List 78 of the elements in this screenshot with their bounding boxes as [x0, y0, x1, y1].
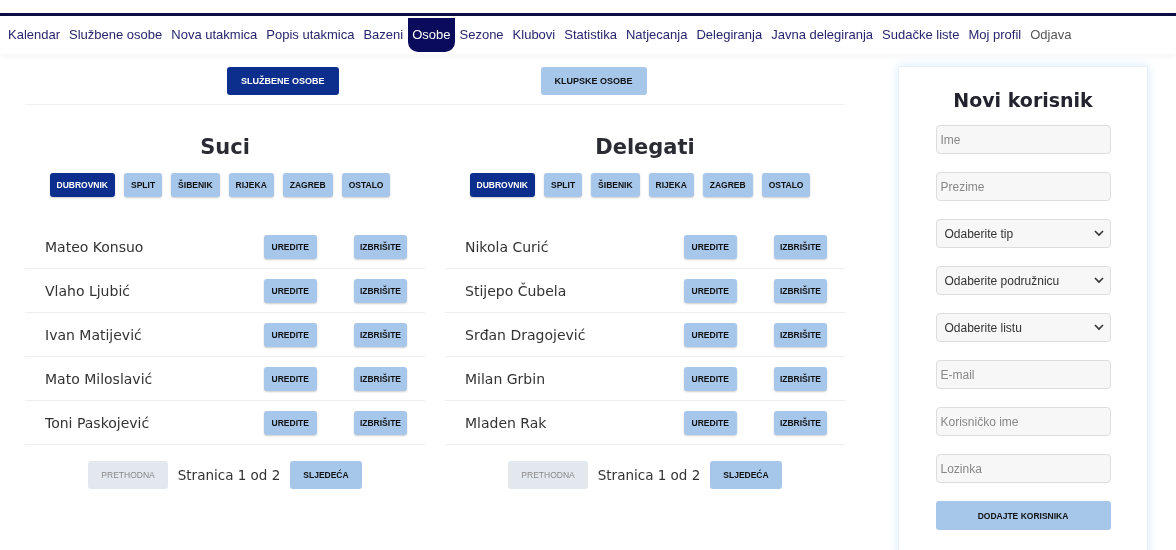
nav-link[interactable]: Nova utakmica [167, 18, 262, 52]
nav-link[interactable]: Sudačke liste [878, 18, 964, 52]
nav-link[interactable]: Osobe [408, 18, 455, 52]
filter-button[interactable]: DUBROVNIK [49, 173, 115, 197]
edit-button[interactable]: UREDITE [683, 410, 737, 435]
nav-link[interactable]: Statistika [560, 18, 621, 52]
person-name: Stijepo Čubela [465, 282, 568, 299]
nav-link[interactable]: Sezone [455, 18, 508, 52]
delete-button[interactable]: IZBRIŠITE [773, 234, 827, 259]
edit-button[interactable]: UREDITE [263, 410, 317, 435]
delete-button[interactable]: IZBRIŠITE [353, 366, 407, 391]
delete-button[interactable]: IZBRIŠITE [353, 410, 407, 435]
edit-button[interactable]: UREDITE [263, 366, 317, 391]
delete-button[interactable]: IZBRIŠITE [773, 410, 827, 435]
page-indicator: Stranica 1 od 2 [177, 467, 281, 483]
edit-button[interactable]: UREDITE [263, 322, 317, 347]
filter-button[interactable]: RIJEKA [228, 173, 274, 197]
delete-button[interactable]: IZBRIŠITE [353, 278, 407, 303]
filter-button[interactable]: RIJEKA [648, 173, 694, 197]
input-field[interactable]: Ime [935, 125, 1111, 154]
filter-button[interactable]: DUBROVNIK [469, 173, 535, 197]
input-field[interactable]: Prezime [935, 172, 1111, 201]
delete-button[interactable]: IZBRIŠITE [773, 322, 827, 347]
filter-button[interactable]: ZAGREB [282, 173, 333, 197]
edit-button[interactable]: UREDITE [263, 278, 317, 303]
edit-button[interactable]: UREDITE [683, 278, 737, 303]
person-name: Vlaho Ljubić [45, 282, 131, 299]
chevron-down-icon [1093, 324, 1104, 331]
delete-button[interactable]: IZBRIŠITE [353, 234, 407, 259]
edit-button[interactable]: UREDITE [263, 234, 317, 259]
edit-button[interactable]: UREDITE [683, 322, 737, 347]
edit-button[interactable]: UREDITE [683, 366, 737, 391]
nav-link[interactable]: Moj profil [964, 18, 1026, 52]
person-name: Srđan Dragojević [465, 326, 587, 343]
filter-button[interactable]: OSTALO [341, 173, 391, 197]
edit-button[interactable]: UREDITE [683, 234, 737, 259]
person-name: Mladen Rak [465, 414, 548, 431]
person-name: Nikola Curić [465, 238, 550, 255]
form-title: Novi korisnik [953, 89, 1093, 111]
delete-button[interactable]: IZBRIŠITE [353, 322, 407, 347]
delete-button[interactable]: IZBRIŠITE [773, 366, 827, 391]
select-field[interactable]: Odaberite tip [935, 219, 1111, 248]
filter-button[interactable]: SPLIT [124, 173, 163, 197]
person-name: Toni Paskojević [45, 414, 151, 431]
panel-title: Suci [199, 135, 251, 159]
chevron-down-icon [1093, 230, 1104, 237]
person-name: Mateo Konsuo [45, 238, 145, 255]
filter-button[interactable]: OSTALO [761, 173, 811, 197]
nav-link[interactable]: Službene osobe [65, 18, 167, 52]
next-button[interactable]: SLJEDEĆA [290, 461, 362, 489]
section-tab[interactable]: SLUŽBENE OSOBE [227, 67, 339, 95]
nav-link[interactable]: Delegiranja [692, 18, 767, 52]
select-field[interactable]: Odaberite listu [935, 313, 1111, 342]
panel-title: Delegati [594, 135, 696, 159]
nav-link[interactable]: Popis utakmica [262, 18, 359, 52]
nav-link[interactable]: Natjecanja [622, 18, 692, 52]
nav-link[interactable]: Bazeni [359, 18, 408, 52]
input-field[interactable]: Korisničko ime [935, 407, 1111, 436]
select-field[interactable]: Odaberite podružnicu [935, 266, 1111, 295]
filter-button[interactable]: ŠIBENIK [591, 173, 640, 197]
nav-link[interactable]: Kalendar [4, 18, 65, 52]
filter-button[interactable]: ZAGREB [702, 173, 753, 197]
person-name: Mato Miloslavić [45, 370, 154, 387]
input-field[interactable]: E-mail [935, 360, 1111, 389]
delete-button[interactable]: IZBRIŠITE [773, 278, 827, 303]
add-user-button[interactable]: DODAJTE KORISNIKA [935, 501, 1111, 530]
filter-button[interactable]: ŠIBENIK [171, 173, 220, 197]
input-field[interactable]: Lozinka [935, 454, 1111, 483]
person-name: Milan Grbin [465, 370, 546, 387]
chevron-down-icon [1093, 277, 1104, 284]
section-tab[interactable]: KLUPSKE OSOBE [540, 67, 647, 95]
nav-link[interactable]: Odjava [1026, 18, 1076, 52]
nav-link[interactable]: Klubovi [508, 18, 560, 52]
page-indicator: Stranica 1 od 2 [597, 467, 701, 483]
person-name: Ivan Matijević [45, 326, 143, 343]
filter-button[interactable]: SPLIT [544, 173, 583, 197]
next-button[interactable]: SLJEDEĆA [710, 461, 782, 489]
nav-link[interactable]: Javna delegiranja [767, 18, 878, 52]
